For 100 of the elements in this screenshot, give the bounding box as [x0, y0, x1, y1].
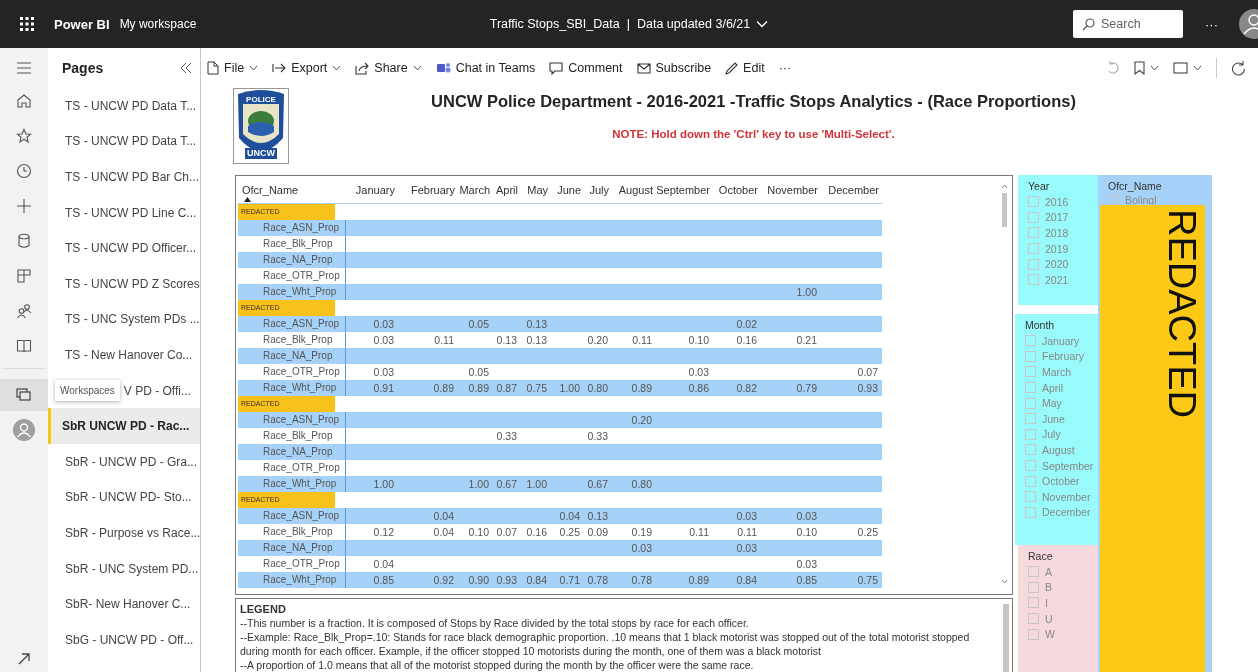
- column-header[interactable]: June: [557, 183, 581, 196]
- collapse-icon[interactable]: [180, 62, 192, 74]
- database-icon[interactable]: [17, 233, 31, 249]
- scrollbar-thumb[interactable]: [1003, 604, 1009, 672]
- checkbox[interactable]: [1025, 428, 1036, 440]
- page-tab[interactable]: TS - UNCW PD Z Scores: [48, 265, 201, 302]
- column-header[interactable]: July: [589, 183, 609, 196]
- checkbox[interactable]: [1025, 491, 1036, 503]
- product-name[interactable]: Power BI: [54, 16, 110, 32]
- checkbox[interactable]: [1028, 211, 1039, 223]
- toolbar-button[interactable]: Export: [272, 61, 342, 75]
- dashboard-icon[interactable]: [16, 268, 32, 284]
- checkbox[interactable]: [1025, 506, 1036, 518]
- toolbar-button[interactable]: Share: [355, 61, 422, 75]
- page-tab[interactable]: TS - UNCW PD Officer...: [48, 230, 201, 266]
- workspace-link[interactable]: My workspace: [119, 17, 197, 31]
- comment-icon: [549, 61, 564, 75]
- table-cell-text: 0.03: [687, 366, 710, 378]
- toolbar-button[interactable]: Chat in Teams: [435, 61, 536, 75]
- sort-ascending-icon[interactable]: [244, 196, 251, 202]
- undo-icon[interactable]: [1106, 61, 1120, 75]
- column-header[interactable]: January: [355, 183, 395, 196]
- checkbox[interactable]: [1028, 581, 1039, 593]
- toolbar-button[interactable]: Subscribe: [636, 61, 712, 75]
- refresh-icon[interactable]: [1231, 60, 1246, 76]
- workspaces-button[interactable]: [0, 379, 48, 411]
- table-cell-text: 0.33: [495, 430, 518, 442]
- page-tab[interactable]: TS - UNCW PD Data T...: [48, 123, 201, 160]
- checkbox[interactable]: [1028, 628, 1039, 640]
- checkbox[interactable]: [1025, 475, 1036, 487]
- toolbar-button[interactable]: File: [207, 61, 259, 75]
- checkbox[interactable]: [1028, 566, 1039, 578]
- home-icon[interactable]: [16, 93, 32, 109]
- data-updated-text[interactable]: Data updated 3/6/21: [636, 17, 751, 31]
- toolbar-button[interactable]: Comment: [549, 61, 623, 75]
- table-cell-text: 0.11: [631, 334, 653, 346]
- star-icon[interactable]: [16, 128, 32, 144]
- chevron-down-icon[interactable]: [756, 20, 769, 28]
- checkbox[interactable]: [1025, 460, 1036, 472]
- column-header[interactable]: November: [767, 183, 818, 196]
- avatar-icon[interactable]: [1238, 8, 1258, 40]
- people-icon[interactable]: [16, 303, 32, 319]
- column-header[interactable]: October: [718, 183, 758, 196]
- user-avatar-icon[interactable]: [13, 419, 35, 441]
- checkbox[interactable]: [1025, 397, 1036, 409]
- column-header[interactable]: Ofcr_Name: [242, 183, 299, 196]
- menu-icon[interactable]: [17, 62, 31, 74]
- table-cell-text: 0.33: [586, 430, 609, 442]
- column-header[interactable]: September: [656, 183, 710, 196]
- more-options-button[interactable]: ···: [778, 61, 792, 75]
- page-tab[interactable]: SbG - UNCW PD - Off...: [48, 621, 201, 658]
- checkbox[interactable]: [1025, 413, 1036, 425]
- page-tab[interactable]: SbR - UNCW PD- Sto...: [48, 479, 201, 516]
- page-tab[interactable]: SbR - UNCW PD - Gra...: [48, 443, 201, 480]
- checkbox[interactable]: [1028, 196, 1039, 208]
- checkbox[interactable]: [1028, 597, 1039, 609]
- scrollbar-thumb[interactable]: [1001, 193, 1007, 227]
- page-tab[interactable]: TS - UNCW PD Bar Ch...: [48, 159, 201, 195]
- page-tab[interactable]: SbR- New Hanover C...: [48, 586, 201, 622]
- page-tab[interactable]: SbR - Purpose vs Race...: [48, 515, 201, 551]
- scroll-up-icon[interactable]: [1000, 184, 1008, 189]
- table-cell-text: 0.13: [525, 334, 548, 346]
- checkbox[interactable]: [1028, 227, 1039, 239]
- checkbox[interactable]: [1028, 274, 1039, 286]
- page-tab[interactable]: TS - UNC System PDs ...: [48, 301, 201, 338]
- page-tab[interactable]: TS - UNCW PD Data T...: [48, 88, 201, 124]
- page-tab[interactable]: SbR UNCW PD - Rac...: [48, 408, 201, 444]
- more-options-button[interactable]: ···: [1205, 16, 1218, 32]
- checkbox[interactable]: [1025, 366, 1036, 378]
- checkbox[interactable]: [1025, 350, 1036, 362]
- bookmark-button[interactable]: [1134, 61, 1159, 75]
- page-tab[interactable]: SbR - UNC System PD...: [48, 550, 201, 587]
- checkbox[interactable]: [1025, 335, 1036, 347]
- scroll-down-icon[interactable]: [1000, 579, 1008, 584]
- toolbar-button[interactable]: Edit: [725, 61, 765, 75]
- checkbox[interactable]: [1028, 613, 1039, 625]
- column-header[interactable]: April: [496, 183, 518, 196]
- view-button[interactable]: [1173, 62, 1202, 74]
- clock-icon[interactable]: [16, 163, 32, 179]
- checkbox[interactable]: [1108, 194, 1119, 205]
- table-cell-text: 0.84: [525, 574, 548, 586]
- checkbox[interactable]: [1025, 444, 1036, 456]
- book-icon[interactable]: [16, 338, 32, 354]
- page-tab[interactable]: TS - UNCW PD Line C...: [48, 194, 201, 231]
- column-header[interactable]: February: [410, 183, 455, 196]
- checkbox[interactable]: [1025, 382, 1036, 394]
- app-launcher-icon[interactable]: [20, 17, 34, 31]
- checkbox[interactable]: [1028, 243, 1039, 255]
- column-header[interactable]: May: [527, 183, 548, 196]
- row-label: Race_ASN_Prop: [238, 412, 346, 428]
- column-header[interactable]: March: [459, 183, 490, 196]
- page-tab[interactable]: TS - New Hanover Co...: [48, 337, 201, 373]
- column-header[interactable]: August: [618, 183, 653, 196]
- page-tab[interactable]: V PD - Offi...: [119, 372, 201, 409]
- expand-arrow-icon[interactable]: [17, 652, 31, 666]
- plus-icon[interactable]: [16, 198, 32, 214]
- column-header[interactable]: December: [828, 183, 879, 196]
- row-label: Race_ASN_Prop: [238, 220, 346, 236]
- search-field[interactable]: Search: [1073, 10, 1183, 38]
- checkbox[interactable]: [1028, 258, 1039, 270]
